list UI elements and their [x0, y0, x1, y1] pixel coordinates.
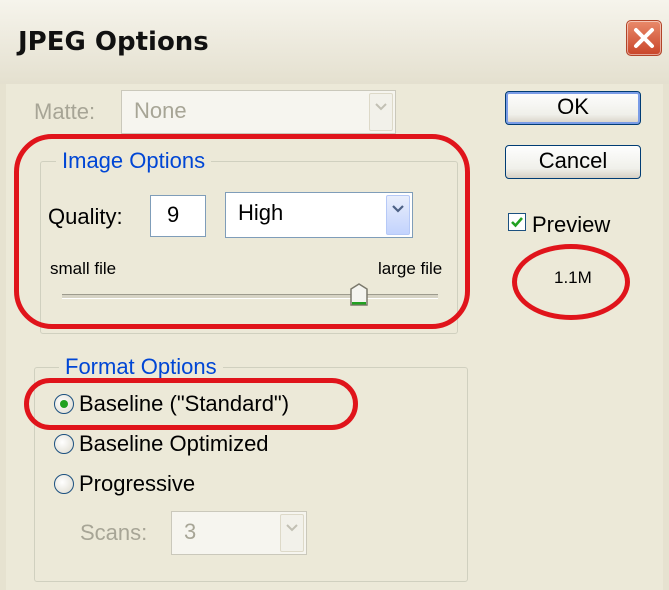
- check-icon: [511, 217, 523, 228]
- radio-baseline-optimized[interactable]: [54, 434, 74, 454]
- preview-checkbox[interactable]: [508, 213, 526, 231]
- title-bar[interactable]: JPEG Options: [0, 0, 669, 84]
- window-frame-right: [663, 84, 669, 590]
- preview-label: Preview: [532, 212, 611, 237]
- format-option-label: Baseline Optimized: [79, 431, 269, 456]
- matte-label: Matte:: [34, 99, 96, 124]
- chevron-down-icon: [280, 514, 304, 552]
- scans-select[interactable]: 3: [171, 511, 307, 555]
- format-option-label: Progressive: [79, 471, 196, 496]
- ok-button[interactable]: OK: [505, 91, 641, 125]
- window-title: JPEG Options: [18, 27, 209, 57]
- matte-select[interactable]: None: [121, 90, 396, 134]
- scans-label: Scans:: [80, 520, 148, 545]
- annotation-highlight-file-size: [512, 244, 630, 320]
- cancel-button[interactable]: Cancel: [505, 145, 641, 179]
- annotation-highlight-image-options: [14, 134, 470, 329]
- format-options-title: Format Options: [59, 354, 223, 380]
- radio-progressive[interactable]: [54, 474, 74, 494]
- annotation-highlight-baseline: [24, 378, 358, 430]
- matte-value: None: [134, 98, 187, 123]
- scans-value: 3: [184, 519, 197, 544]
- close-icon: [634, 28, 654, 48]
- window-frame-left: [0, 84, 6, 590]
- chevron-down-icon: [369, 93, 393, 131]
- close-button[interactable]: [626, 20, 662, 56]
